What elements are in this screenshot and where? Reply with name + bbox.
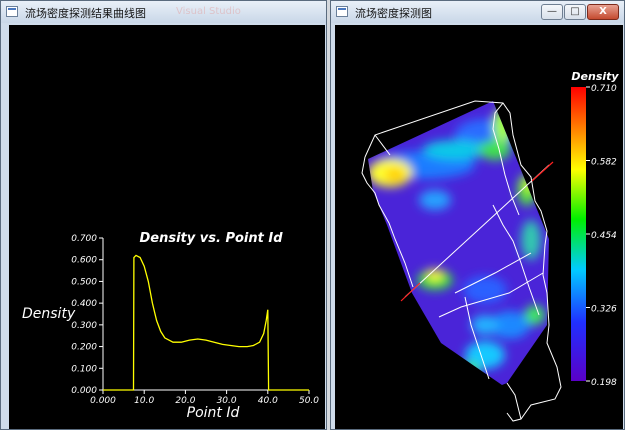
close-button[interactable]: X — [587, 4, 619, 20]
density-window-title: 流场密度探测图 — [355, 7, 432, 20]
colorbar-scale — [571, 87, 586, 381]
chart-title: Density vs. Point Id — [140, 231, 284, 246]
density-field — [368, 101, 549, 385]
y-tick-label: 0.200 — [71, 343, 97, 353]
chart-window-title: 流场密度探测结果曲线图 — [25, 7, 146, 20]
density-window-titlebar[interactable]: 流场密度探测图 — □ X — [331, 1, 624, 23]
chart-series — [103, 254, 309, 391]
density-line-chart: Density vs. Point Id Density Point Id 0.… — [22, 231, 319, 421]
y-tick-label: 0.500 — [71, 277, 97, 287]
colorbar-title: Density — [571, 70, 619, 83]
y-tick-label: 0.300 — [71, 321, 97, 331]
x-tick-label: 20.0 — [175, 396, 195, 406]
x-tick-label: 10.0 — [134, 396, 154, 406]
x-tick-label: 40.0 — [258, 396, 278, 406]
density-view-window: 流场密度探测图 — □ X Density 0.710 0.582 0.454 … — [330, 0, 625, 430]
chart-canvas-area: Density vs. Point Id Density Point Id 0.… — [9, 25, 325, 429]
chart-window-titlebar[interactable]: 流场密度探测结果曲线图 Visual Studio — [1, 1, 326, 23]
window-app-icon — [336, 6, 348, 17]
chart-axes: 0.000 0.100 0.200 0.300 0.400 0.500 0.600 0.700… — [71, 234, 319, 406]
density-field-render: Density 0.710 0.582 0.454 0.326 0.198 — [361, 70, 619, 422]
x-tick-label: 50.0 — [299, 396, 319, 406]
maximize-button[interactable]: □ — [564, 4, 586, 20]
colorbar-tick-label: 0.582 — [591, 158, 617, 168]
x-tick-label: 0.000 — [90, 396, 116, 406]
density-render-area[interactable]: Density 0.710 0.582 0.454 0.326 0.198 — [335, 25, 623, 429]
y-tick-label: 0.000 — [71, 386, 97, 396]
y-tick-label: 0.100 — [71, 364, 97, 374]
colorbar-tick-label: 0.454 — [591, 231, 617, 241]
x-axis-label: Point Id — [187, 405, 240, 421]
y-tick-label: 0.700 — [71, 234, 97, 244]
colorbar-ticks: 0.710 0.582 0.454 0.326 0.198 — [586, 84, 617, 388]
chart-window: 流场密度探测结果曲线图 Visual Studio Density vs. Po… — [0, 0, 327, 430]
y-tick-label: 0.400 — [71, 299, 97, 309]
colorbar-tick-label: 0.198 — [591, 378, 617, 388]
x-tick-label: 30.0 — [217, 396, 237, 406]
minimize-button[interactable]: — — [541, 4, 563, 20]
y-tick-label: 0.600 — [71, 256, 97, 266]
window-app-icon — [6, 6, 18, 17]
background-window-ghost-title: Visual Studio — [176, 6, 241, 17]
y-axis-label: Density — [22, 306, 76, 322]
density-series-line — [103, 254, 309, 391]
colorbar-tick-label: 0.326 — [591, 305, 617, 315]
colorbar-tick-label: 0.710 — [591, 84, 617, 94]
